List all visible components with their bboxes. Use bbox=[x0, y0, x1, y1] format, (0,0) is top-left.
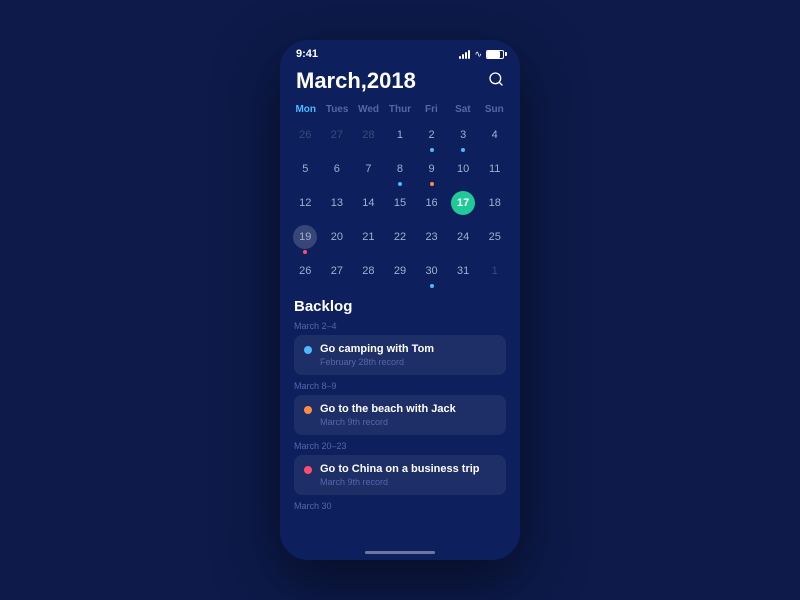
day-cell[interactable]: 5 bbox=[290, 155, 321, 188]
date-range-label: March 30 bbox=[294, 501, 506, 511]
weekday-fri: Fri bbox=[416, 102, 447, 117]
date-range-label: March 20–23 bbox=[294, 441, 506, 451]
event-info: Go to China on a business trip March 9th … bbox=[320, 463, 496, 487]
day-cell[interactable]: 29 bbox=[385, 257, 416, 290]
day-dot bbox=[303, 250, 307, 254]
day-cell[interactable]: 13 bbox=[322, 189, 353, 222]
day-cell[interactable]: 26 bbox=[290, 121, 321, 154]
day-cell[interactable]: 17 bbox=[448, 189, 479, 222]
day-cell[interactable]: 12 bbox=[290, 189, 321, 222]
month-title: March,2018 bbox=[296, 68, 416, 94]
day-cell[interactable]: 28 bbox=[353, 257, 384, 290]
day-cell[interactable]: 7 bbox=[353, 155, 384, 188]
day-cell[interactable]: 20 bbox=[322, 223, 353, 256]
weekday-mon: Mon bbox=[290, 102, 321, 117]
day-cell[interactable]: 24 bbox=[448, 223, 479, 256]
day-cell[interactable]: 27 bbox=[322, 257, 353, 290]
weekday-headers: Mon Tues Wed Thur Fri Sat Sun bbox=[290, 102, 510, 117]
calendar-header: March,2018 bbox=[280, 64, 520, 102]
day-dot bbox=[430, 182, 434, 186]
event-dot bbox=[304, 346, 312, 354]
signal-icon bbox=[459, 49, 470, 59]
event-subtitle: March 9th record bbox=[320, 417, 496, 427]
day-cell[interactable]: 1 bbox=[479, 257, 510, 290]
event-card[interactable]: Go to China on a business trip March 9th … bbox=[294, 455, 506, 495]
home-indicator bbox=[365, 551, 435, 554]
day-cell[interactable]: 23 bbox=[416, 223, 447, 256]
weekday-wed: Wed bbox=[353, 102, 384, 117]
day-cell[interactable]: 10 bbox=[448, 155, 479, 188]
day-cell[interactable]: 18 bbox=[479, 189, 510, 222]
weekday-sun: Sun bbox=[479, 102, 510, 117]
battery-icon bbox=[486, 50, 504, 59]
day-dot bbox=[461, 148, 465, 152]
event-title: Go to the beach with Jack bbox=[320, 403, 496, 415]
day-cell[interactable]: 1 bbox=[385, 121, 416, 154]
day-cell[interactable]: 8 bbox=[385, 155, 416, 188]
status-icons: ∿ bbox=[459, 49, 504, 60]
days-grid: 2627281234567891011121314151617181920212… bbox=[290, 121, 510, 290]
status-bar: 9:41 ∿ bbox=[280, 40, 520, 64]
day-cell[interactable]: 27 bbox=[322, 121, 353, 154]
day-dot bbox=[430, 284, 434, 288]
day-cell[interactable]: 3 bbox=[448, 121, 479, 154]
backlog-title: Backlog bbox=[294, 298, 506, 315]
day-cell[interactable]: 9 bbox=[416, 155, 447, 188]
day-cell[interactable]: 11 bbox=[479, 155, 510, 188]
day-cell[interactable]: 21 bbox=[353, 223, 384, 256]
day-cell[interactable]: 26 bbox=[290, 257, 321, 290]
date-range-label: March 2–4 bbox=[294, 321, 506, 331]
day-cell[interactable]: 30 bbox=[416, 257, 447, 290]
day-cell[interactable]: 6 bbox=[322, 155, 353, 188]
day-cell[interactable]: 19 bbox=[290, 223, 321, 256]
calendar: Mon Tues Wed Thur Fri Sat Sun 2627281234… bbox=[280, 102, 520, 290]
day-cell[interactable]: 22 bbox=[385, 223, 416, 256]
day-cell[interactable]: 14 bbox=[353, 189, 384, 222]
day-cell[interactable]: 16 bbox=[416, 189, 447, 222]
event-title: Go to China on a business trip bbox=[320, 463, 496, 475]
event-dot bbox=[304, 466, 312, 474]
day-cell[interactable]: 2 bbox=[416, 121, 447, 154]
backlog-section: Backlog March 2–4 Go camping with Tom Febr… bbox=[280, 290, 520, 545]
wifi-icon: ∿ bbox=[474, 49, 482, 60]
event-info: Go to the beach with Jack March 9th recor… bbox=[320, 403, 496, 427]
day-cell[interactable]: 25 bbox=[479, 223, 510, 256]
weekday-thu: Thur bbox=[384, 102, 415, 117]
weekday-sat: Sat bbox=[447, 102, 478, 117]
bottom-bar bbox=[280, 545, 520, 560]
phone-container: 9:41 ∿ March,2018 Mon Tues Wed bbox=[280, 40, 520, 560]
weekday-tue: Tues bbox=[321, 102, 352, 117]
day-dot bbox=[430, 148, 434, 152]
day-cell[interactable]: 15 bbox=[385, 189, 416, 222]
event-subtitle: March 9th record bbox=[320, 477, 496, 487]
event-card[interactable]: Go camping with Tom February 28th record bbox=[294, 335, 506, 375]
search-button[interactable] bbox=[488, 71, 504, 92]
day-dot bbox=[398, 182, 402, 186]
event-card[interactable]: Go to the beach with Jack March 9th recor… bbox=[294, 395, 506, 435]
day-cell[interactable]: 4 bbox=[479, 121, 510, 154]
status-time: 9:41 bbox=[296, 48, 318, 60]
event-dot bbox=[304, 406, 312, 414]
event-subtitle: February 28th record bbox=[320, 357, 496, 367]
day-cell[interactable]: 28 bbox=[353, 121, 384, 154]
date-range-label: March 8–9 bbox=[294, 381, 506, 391]
event-title: Go camping with Tom bbox=[320, 343, 496, 355]
day-cell[interactable]: 31 bbox=[448, 257, 479, 290]
event-info: Go camping with Tom February 28th record bbox=[320, 343, 496, 367]
